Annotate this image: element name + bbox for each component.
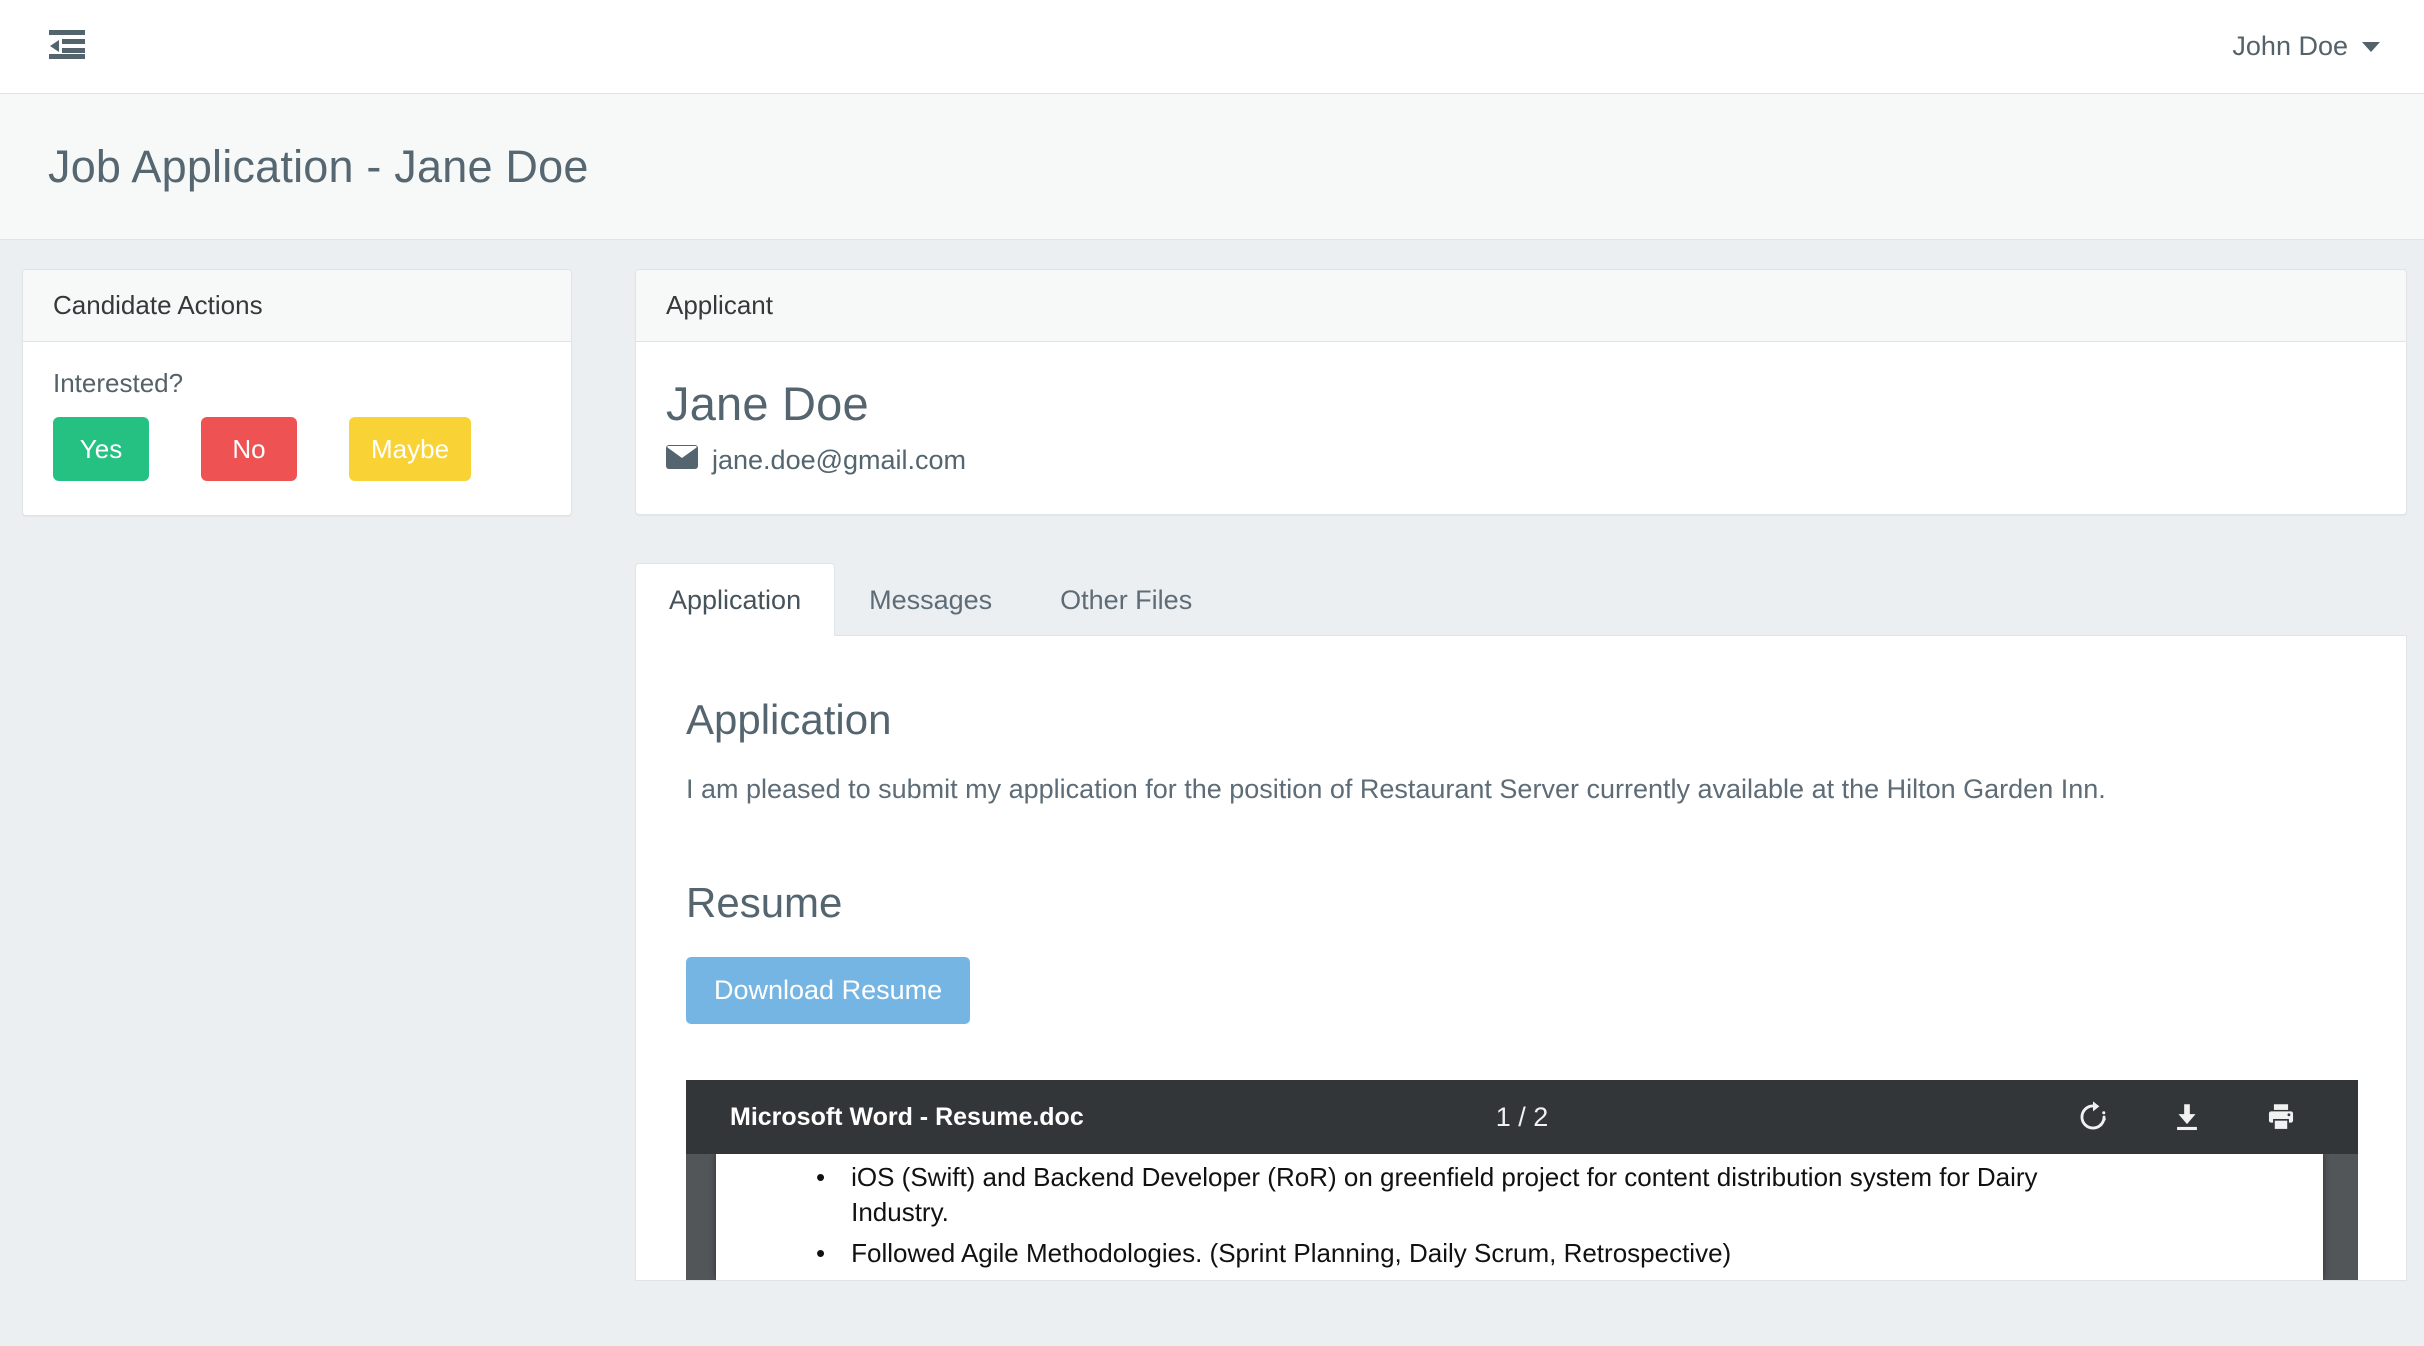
user-menu[interactable]: John Doe: [2232, 31, 2380, 62]
envelope-icon: [666, 445, 698, 476]
applicant-panel-body: Jane Doe jane.doe@gmail.com: [636, 342, 2406, 514]
application-tab-panel: Application I am pleased to submit my ap…: [635, 636, 2407, 1282]
chevron-down-icon: [2362, 41, 2380, 52]
interested-maybe-button[interactable]: Maybe: [349, 417, 472, 481]
interested-no-button[interactable]: No: [201, 417, 297, 481]
pdf-bullet-item: • iOS (Swift) and Backend Developer (RoR…: [816, 1160, 2283, 1230]
bullet-dot-icon: •: [816, 1237, 826, 1268]
applicant-email-row: jane.doe@gmail.com: [666, 445, 2376, 476]
sidebar-toggle-button[interactable]: [44, 24, 90, 70]
pdf-line-2: Followed Agile Methodologies. (Sprint Pl…: [851, 1237, 1732, 1268]
sidebar-indent-icon: [49, 29, 85, 64]
bullet-dot-icon: •: [816, 1162, 826, 1193]
pdf-bullet-item: • Followed Agile Methodologies. (Sprint …: [816, 1236, 2283, 1271]
page-title-band: Job Application - Jane Doe: [0, 94, 2424, 240]
download-icon[interactable]: [2170, 1100, 2204, 1134]
left-column: Candidate Actions Interested? Yes No May…: [22, 269, 572, 516]
interested-yes-button[interactable]: Yes: [53, 417, 149, 481]
pdf-line-1: iOS (Swift) and Backend Developer (RoR) …: [851, 1162, 2038, 1227]
pdf-viewer: Microsoft Word - Resume.doc 1 / 2 • iOS …: [686, 1080, 2358, 1281]
candidate-actions-title: Candidate Actions: [23, 270, 571, 342]
main-content: Candidate Actions Interested? Yes No May…: [0, 241, 2424, 1346]
pdf-page-text: iOS) and backend (RoR) for a $100 millio…: [716, 1154, 2323, 1270]
pdf-page: iOS) and backend (RoR) for a $100 millio…: [716, 1154, 2323, 1281]
tab-bar: Application Messages Other Files: [635, 563, 2407, 636]
page-title: Job Application - Jane Doe: [48, 140, 589, 192]
right-column: Applicant Jane Doe jane.doe@gmail.com Ap…: [635, 269, 2407, 1282]
tab-application[interactable]: Application: [635, 563, 836, 636]
tab-messages[interactable]: Messages: [835, 563, 1026, 636]
applicant-email-text: jane.doe@gmail.com: [712, 445, 967, 475]
tabs-section: Application Messages Other Files Applica…: [635, 563, 2407, 1282]
applicant-panel: Applicant Jane Doe jane.doe@gmail.com: [635, 269, 2407, 515]
interested-button-row: Yes No Maybe: [53, 417, 541, 481]
pdf-page-separator: /: [1518, 1101, 1526, 1132]
rotate-clockwise-icon[interactable]: [2076, 1100, 2110, 1134]
applicant-panel-title: Applicant: [636, 270, 2406, 342]
pdf-page-current: 1: [1495, 1101, 1511, 1132]
interested-label: Interested?: [53, 368, 184, 398]
print-icon[interactable]: [2264, 1100, 2298, 1134]
resume-heading: Resume: [686, 879, 843, 927]
pdf-filename: Microsoft Word - Resume.doc: [730, 1102, 1084, 1131]
tab-other-files[interactable]: Other Files: [1026, 563, 1226, 636]
pdf-toolbar: Microsoft Word - Resume.doc 1 / 2: [686, 1080, 2358, 1155]
application-heading: Application: [686, 696, 892, 743]
pdf-toolbar-actions: [2076, 1100, 2298, 1134]
candidate-actions-panel: Candidate Actions Interested? Yes No May…: [22, 269, 572, 516]
candidate-actions-body: Interested? Yes No Maybe: [23, 342, 571, 515]
application-body-text: I am pleased to submit my application fo…: [686, 774, 2106, 804]
applicant-name: Jane Doe: [666, 377, 869, 430]
user-menu-label: John Doe: [2232, 31, 2348, 61]
pdf-page-total: 2: [1533, 1101, 1549, 1132]
top-navbar: John Doe: [0, 0, 2424, 94]
pdf-page-stage[interactable]: iOS) and backend (RoR) for a $100 millio…: [686, 1154, 2358, 1281]
download-resume-button[interactable]: Download Resume: [686, 957, 971, 1025]
